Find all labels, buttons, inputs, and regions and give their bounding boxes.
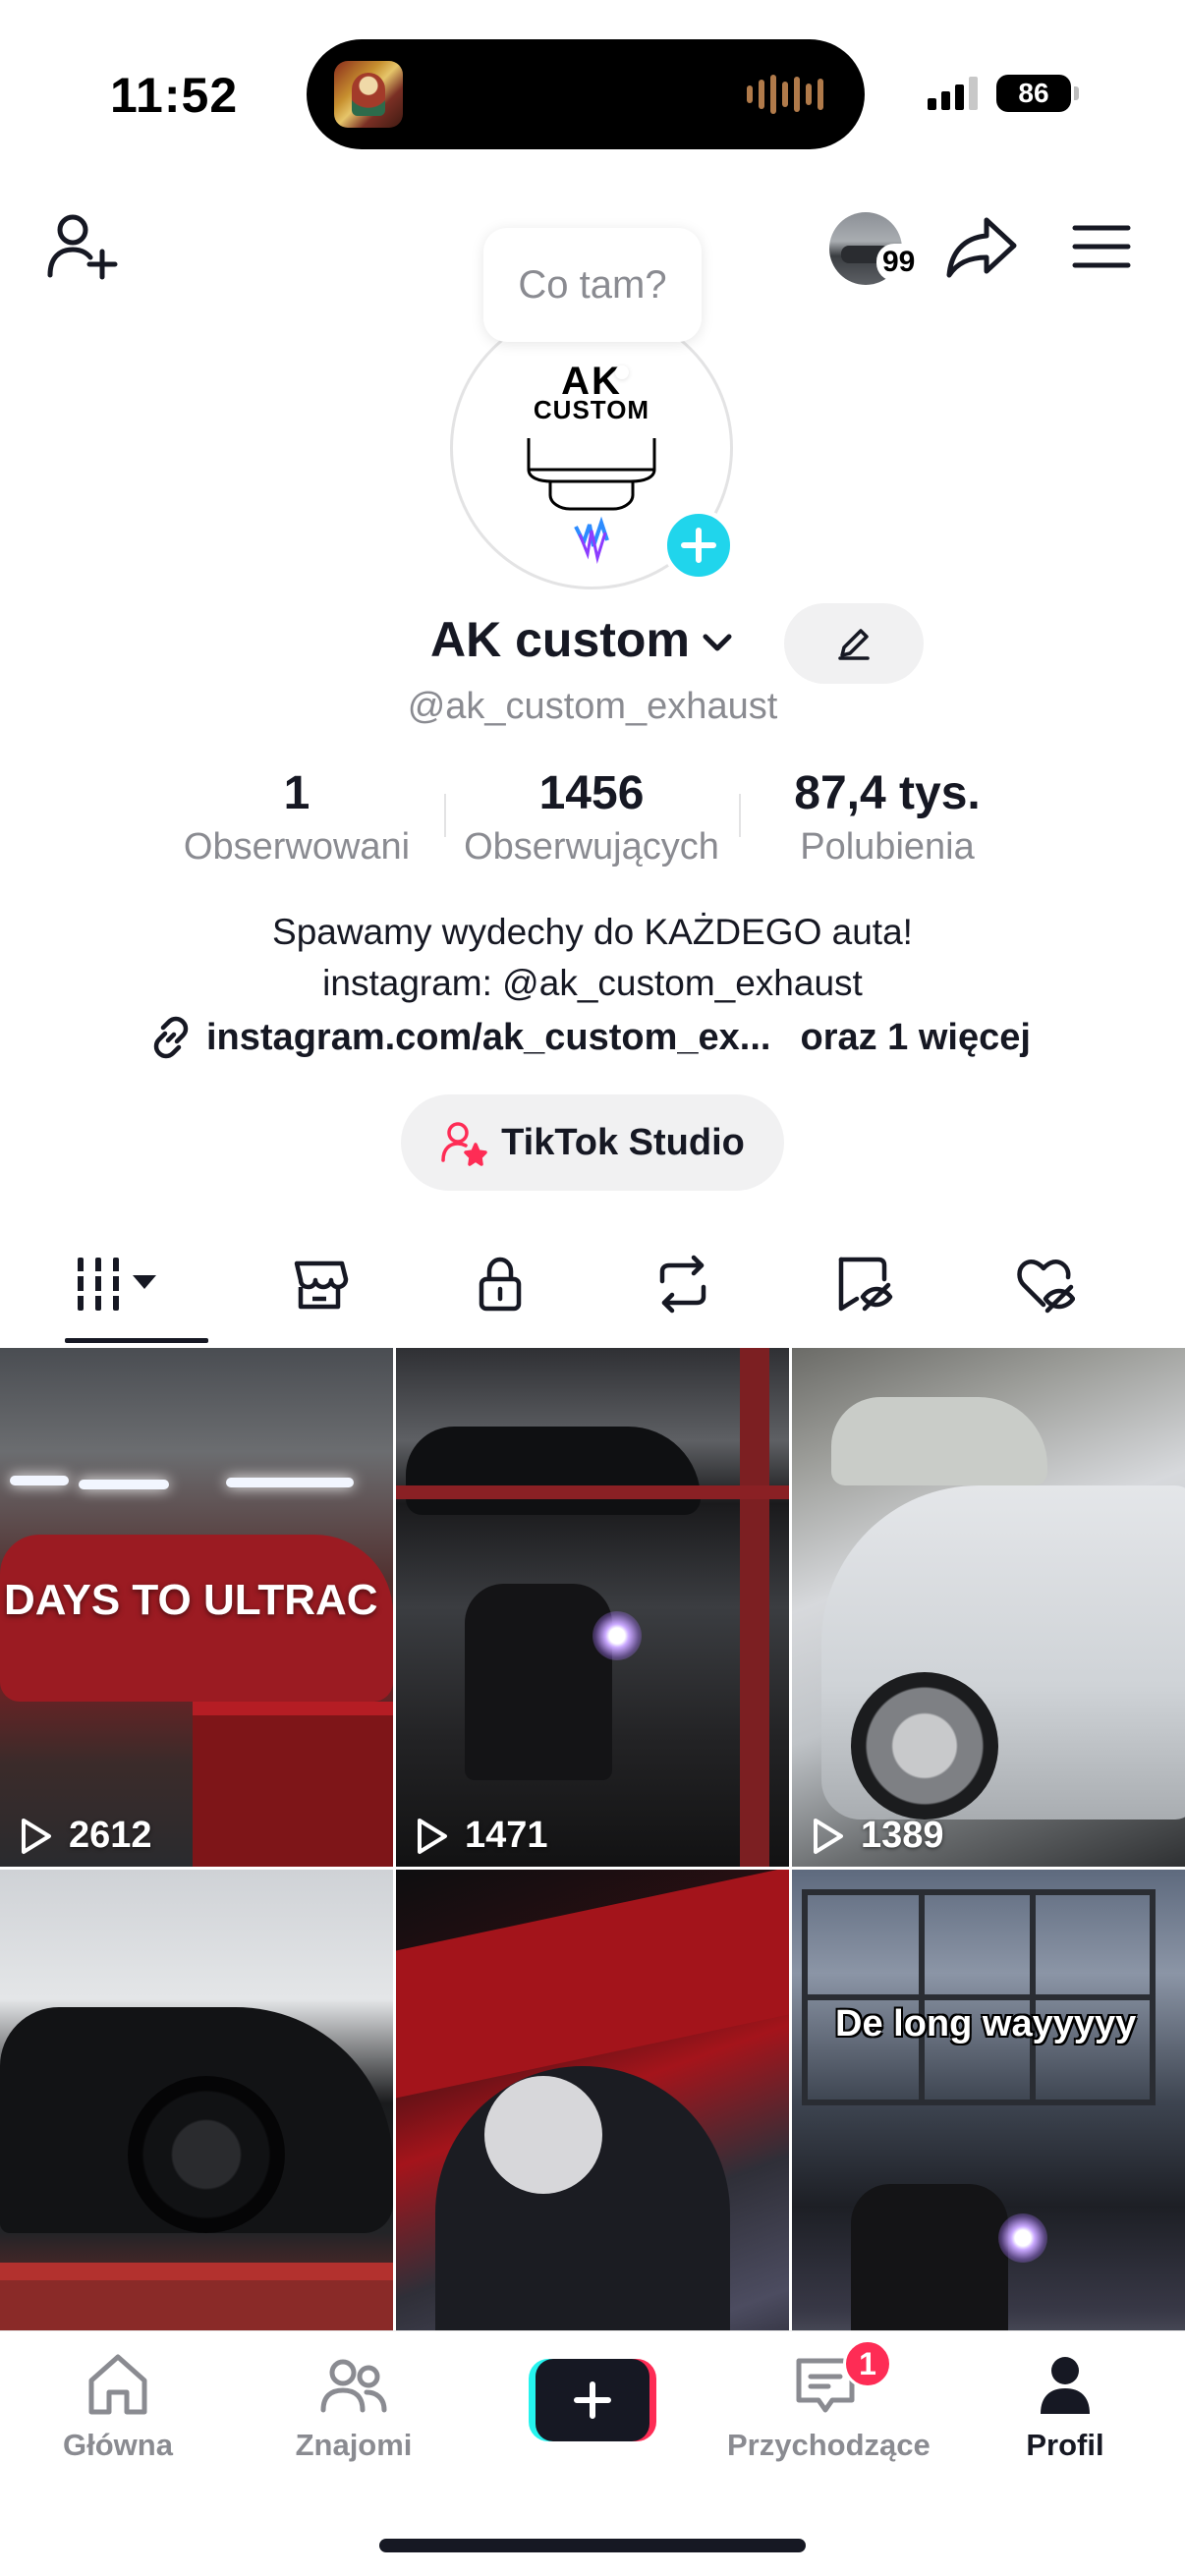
play-icon bbox=[22, 1818, 51, 1854]
welding-spark bbox=[998, 2213, 1047, 2263]
nav-friends-label: Znajomi bbox=[295, 2428, 413, 2462]
video-thumbnail[interactable]: 1389 bbox=[792, 1348, 1185, 1867]
status-note-tail bbox=[615, 365, 629, 379]
profile-name: AK custom bbox=[430, 612, 690, 667]
videos-grid-icon bbox=[74, 1258, 156, 1311]
divider bbox=[444, 794, 446, 837]
link-icon bbox=[153, 1016, 189, 1059]
share-icon[interactable] bbox=[945, 214, 1020, 279]
play-icon bbox=[814, 1818, 843, 1854]
tab-tagged-hidden[interactable] bbox=[825, 1250, 902, 1318]
story-count-badge: 99 bbox=[876, 244, 922, 281]
menu-icon[interactable] bbox=[1071, 222, 1132, 271]
video-thumbnail[interactable]: 1471 bbox=[396, 1348, 789, 1867]
lift-post bbox=[740, 1348, 769, 1867]
nav-profile-label: Profil bbox=[1026, 2428, 1104, 2462]
wheel-shape bbox=[128, 2076, 285, 2233]
creator-star-icon bbox=[441, 1122, 487, 1166]
battery-tip bbox=[1074, 86, 1079, 100]
edit-profile-button[interactable] bbox=[784, 603, 924, 684]
likes-label: Polubienia bbox=[800, 826, 975, 868]
liked-hidden-icon bbox=[1017, 1259, 1075, 1314]
ak-custom-logo: AK CUSTOM bbox=[511, 354, 672, 580]
add-story-button[interactable] bbox=[662, 509, 735, 582]
nav-home-label: Główna bbox=[63, 2428, 173, 2462]
audio-waveform-icon bbox=[747, 73, 823, 116]
lift-arm bbox=[396, 1485, 789, 1499]
tiktok-studio-label: TikTok Studio bbox=[501, 1121, 745, 1163]
friends-icon bbox=[320, 2359, 387, 2413]
video-views: 1471 bbox=[412, 1815, 548, 1857]
bio-line: instagram: @ak_custom_exhaust bbox=[322, 963, 863, 1003]
video-caption-overlay: De long wayyyyy bbox=[835, 2003, 1137, 2044]
divider bbox=[739, 794, 741, 837]
home-indicator[interactable] bbox=[379, 2539, 806, 2552]
shop-icon bbox=[294, 1260, 349, 1310]
nav-inbox-label: Przychodzące bbox=[727, 2428, 931, 2462]
tab-private[interactable] bbox=[462, 1250, 538, 1318]
bio-link-text[interactable]: instagram.com/ak_custom_ex... bbox=[206, 1017, 770, 1059]
tab-shop[interactable] bbox=[281, 1250, 358, 1318]
following-label: Obserwowani bbox=[183, 826, 411, 868]
pencil-icon bbox=[838, 629, 870, 660]
video-views: 1389 bbox=[808, 1815, 944, 1857]
tab-liked-hidden[interactable] bbox=[1006, 1250, 1083, 1318]
dynamic-island[interactable] bbox=[307, 39, 865, 149]
home-icon bbox=[88, 2354, 147, 2415]
create-video-button[interactable] bbox=[529, 2359, 656, 2441]
welder-person bbox=[465, 1584, 612, 1780]
following-count: 1 bbox=[283, 767, 310, 819]
active-tab-indicator bbox=[65, 1338, 208, 1343]
battery-indicator: 86 bbox=[996, 75, 1071, 112]
video-grid: DAYS TO ULTRAC 2612 1471 1389 De long wa… bbox=[0, 1348, 1185, 2388]
nav-home[interactable]: Główna bbox=[20, 2349, 216, 2463]
likes-count: 87,4 tys. bbox=[794, 767, 981, 819]
repost-icon bbox=[659, 1255, 706, 1314]
bio-link[interactable]: instagram.com/ak_custom_ex... oraz 1 wię… bbox=[149, 1016, 1031, 1059]
plus-icon bbox=[574, 2381, 611, 2419]
video-thumbnail[interactable] bbox=[396, 1870, 789, 2388]
video-views: 2612 bbox=[16, 1815, 152, 1857]
tiktok-studio-button[interactable]: TikTok Studio bbox=[401, 1094, 784, 1191]
followers-stat[interactable]: 1456 Obserwujących bbox=[450, 766, 733, 868]
likes-stat[interactable]: 87,4 tys. Polubienia bbox=[764, 766, 1010, 868]
lock-icon bbox=[479, 1257, 522, 1312]
plus-icon bbox=[681, 528, 716, 563]
followers-label: Obserwujących bbox=[464, 826, 719, 868]
nav-friends[interactable]: Znajomi bbox=[255, 2349, 452, 2463]
followers-count: 1456 bbox=[538, 767, 645, 819]
profile-handle: @ak_custom_exhaust bbox=[407, 686, 778, 727]
inbox-notification-badge: 1 bbox=[843, 2339, 892, 2388]
welding-helmet bbox=[484, 2076, 602, 2194]
now-playing-artwork[interactable] bbox=[334, 61, 403, 128]
more-links[interactable]: oraz 1 więcej bbox=[800, 1017, 1030, 1059]
video-thumbnail[interactable]: De long wayyyyy bbox=[792, 1870, 1185, 2388]
account-switcher[interactable]: AK custom bbox=[430, 611, 735, 668]
nav-inbox[interactable]: Przychodzące bbox=[727, 2349, 931, 2463]
nav-profile[interactable]: Profil bbox=[967, 2349, 1163, 2463]
welding-spark bbox=[592, 1611, 642, 1660]
video-thumbnail[interactable]: DAYS TO ULTRAC 2612 bbox=[0, 1348, 393, 1867]
tab-videos[interactable] bbox=[59, 1250, 187, 1318]
wheel-shape bbox=[851, 1672, 998, 1820]
video-thumbnail[interactable] bbox=[0, 1870, 393, 2388]
profile-icon bbox=[1041, 2357, 1090, 2414]
add-friend-icon[interactable] bbox=[45, 210, 120, 281]
garage-door bbox=[802, 1889, 1156, 2105]
car-shape bbox=[406, 1427, 701, 1515]
chevron-down-icon bbox=[703, 634, 732, 651]
status-note-bubble[interactable]: Co tam? bbox=[483, 228, 702, 342]
status-time: 11:52 bbox=[110, 68, 239, 123]
video-caption-overlay: DAYS TO ULTRAC bbox=[4, 1576, 378, 1624]
play-icon bbox=[418, 1818, 447, 1854]
bio-line: Spawamy wydechy do KAŻDEGO auta! bbox=[272, 912, 913, 952]
tab-reposts[interactable] bbox=[645, 1250, 721, 1318]
car-hood-shape bbox=[396, 1870, 789, 2099]
tagged-hidden-icon bbox=[838, 1257, 893, 1312]
cellular-signal-icon bbox=[928, 75, 978, 110]
workbench-shape bbox=[193, 1702, 393, 1867]
following-stat[interactable]: 1 Obserwowani bbox=[173, 766, 421, 868]
car-shape bbox=[831, 1397, 1047, 1485]
